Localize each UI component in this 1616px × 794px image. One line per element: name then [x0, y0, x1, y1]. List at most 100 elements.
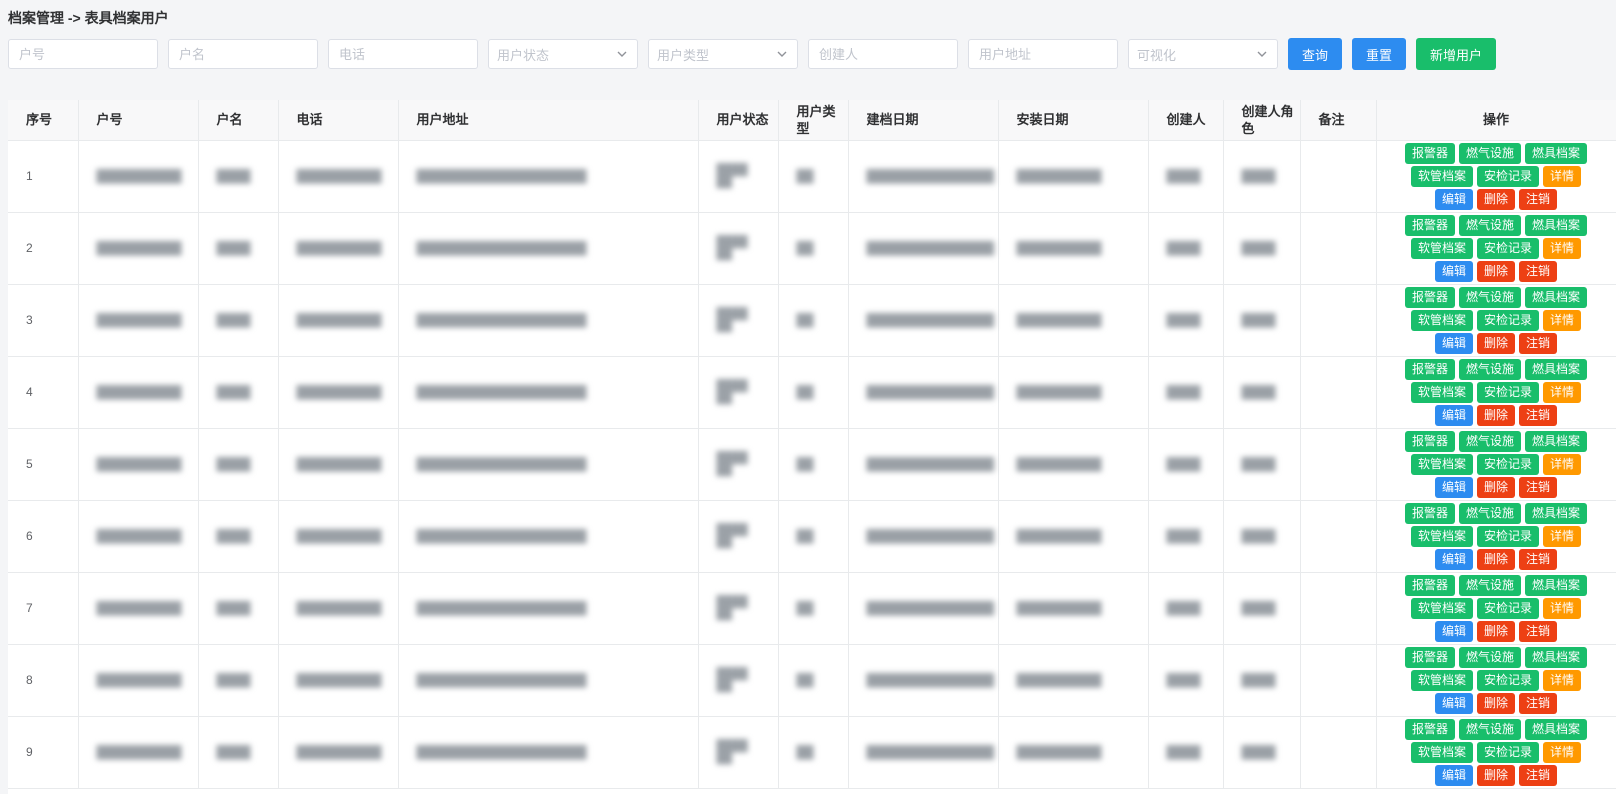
alarm-button[interactable]: 报警器 — [1404, 574, 1455, 596]
delete-button[interactable]: 删除 — [1476, 188, 1515, 210]
edit-button[interactable]: 编辑 — [1434, 332, 1473, 354]
visualization-select[interactable]: 可视化 — [1128, 39, 1278, 69]
appliance-file-button[interactable]: 燃具档案 — [1525, 286, 1588, 308]
query-button[interactable]: 查询 — [1288, 38, 1343, 70]
appliance-file-button[interactable]: 燃具档案 — [1525, 574, 1588, 596]
appliance-file-button[interactable]: 燃具档案 — [1525, 430, 1588, 452]
delete-button[interactable]: 删除 — [1476, 620, 1515, 642]
cancel-button[interactable]: 注销 — [1519, 476, 1558, 498]
appliance-file-button[interactable]: 燃具档案 — [1525, 502, 1588, 524]
delete-button[interactable]: 删除 — [1476, 404, 1515, 426]
account-name-field[interactable] — [168, 39, 318, 69]
account-name-input[interactable] — [177, 39, 309, 69]
details-button[interactable]: 详情 — [1543, 669, 1582, 691]
gas-facility-button[interactable]: 燃气设施 — [1458, 286, 1521, 308]
inspection-record-button[interactable]: 安检记录 — [1476, 381, 1539, 403]
hose-file-button[interactable]: 软管档案 — [1410, 381, 1473, 403]
hose-file-button[interactable]: 软管档案 — [1410, 669, 1473, 691]
inspection-record-button[interactable]: 安检记录 — [1476, 165, 1539, 187]
inspection-record-button[interactable]: 安检记录 — [1476, 309, 1539, 331]
inspection-record-button[interactable]: 安检记录 — [1476, 669, 1539, 691]
appliance-file-button[interactable]: 燃具档案 — [1525, 718, 1588, 740]
redacted-text: ███████████████ — [866, 673, 995, 687]
user-type-select[interactable]: 用户类型 — [648, 39, 798, 69]
details-button[interactable]: 详情 — [1543, 597, 1582, 619]
inspection-record-button[interactable]: 安检记录 — [1476, 237, 1539, 259]
details-button[interactable]: 详情 — [1543, 309, 1582, 331]
alarm-button[interactable]: 报警器 — [1404, 502, 1455, 524]
redacted-text: ███████████████ — [866, 601, 995, 615]
edit-button[interactable]: 编辑 — [1434, 476, 1473, 498]
delete-button[interactable]: 删除 — [1476, 692, 1515, 714]
gas-facility-button[interactable]: 燃气设施 — [1458, 502, 1521, 524]
inspection-record-button[interactable]: 安检记录 — [1476, 597, 1539, 619]
hose-file-button[interactable]: 软管档案 — [1410, 597, 1473, 619]
alarm-button[interactable]: 报警器 — [1404, 358, 1455, 380]
gas-facility-button[interactable]: 燃气设施 — [1458, 142, 1521, 164]
appliance-file-button[interactable]: 燃具档案 — [1525, 214, 1588, 236]
hose-file-button[interactable]: 软管档案 — [1410, 165, 1473, 187]
alarm-button[interactable]: 报警器 — [1404, 214, 1455, 236]
creator-input[interactable] — [817, 39, 949, 69]
delete-button[interactable]: 删除 — [1476, 548, 1515, 570]
delete-button[interactable]: 删除 — [1476, 332, 1515, 354]
details-button[interactable]: 详情 — [1543, 165, 1582, 187]
cancel-button[interactable]: 注销 — [1519, 332, 1558, 354]
gas-facility-button[interactable]: 燃气设施 — [1458, 574, 1521, 596]
cancel-button[interactable]: 注销 — [1519, 260, 1558, 282]
cancel-button[interactable]: 注销 — [1519, 404, 1558, 426]
gas-facility-button[interactable]: 燃气设施 — [1458, 214, 1521, 236]
cancel-button[interactable]: 注销 — [1519, 548, 1558, 570]
details-button[interactable]: 详情 — [1543, 453, 1582, 475]
gas-facility-button[interactable]: 燃气设施 — [1458, 718, 1521, 740]
hose-file-button[interactable]: 软管档案 — [1410, 741, 1473, 763]
address-input[interactable] — [977, 39, 1109, 69]
edit-button[interactable]: 编辑 — [1434, 188, 1473, 210]
details-button[interactable]: 详情 — [1543, 381, 1582, 403]
hose-file-button[interactable]: 软管档案 — [1410, 237, 1473, 259]
gas-facility-button[interactable]: 燃气设施 — [1458, 646, 1521, 668]
edit-button[interactable]: 编辑 — [1434, 764, 1473, 786]
cancel-button[interactable]: 注销 — [1519, 692, 1558, 714]
alarm-button[interactable]: 报警器 — [1404, 646, 1455, 668]
phone-input[interactable] — [337, 39, 469, 69]
reset-button[interactable]: 重置 — [1352, 38, 1407, 70]
inspection-record-button[interactable]: 安检记录 — [1476, 453, 1539, 475]
edit-button[interactable]: 编辑 — [1434, 620, 1473, 642]
redacted-text: ██████████ — [1016, 313, 1102, 327]
inspection-record-button[interactable]: 安检记录 — [1476, 525, 1539, 547]
edit-button[interactable]: 编辑 — [1434, 260, 1473, 282]
alarm-button[interactable]: 报警器 — [1404, 718, 1455, 740]
creator-field[interactable] — [808, 39, 958, 69]
address-field[interactable] — [968, 39, 1118, 69]
edit-button[interactable]: 编辑 — [1434, 404, 1473, 426]
details-button[interactable]: 详情 — [1543, 237, 1582, 259]
gas-facility-button[interactable]: 燃气设施 — [1458, 358, 1521, 380]
hose-file-button[interactable]: 软管档案 — [1410, 453, 1473, 475]
delete-button[interactable]: 删除 — [1476, 764, 1515, 786]
hose-file-button[interactable]: 软管档案 — [1410, 309, 1473, 331]
cancel-button[interactable]: 注销 — [1519, 764, 1558, 786]
edit-button[interactable]: 编辑 — [1434, 692, 1473, 714]
delete-button[interactable]: 删除 — [1476, 260, 1515, 282]
details-button[interactable]: 详情 — [1543, 525, 1582, 547]
edit-button[interactable]: 编辑 — [1434, 548, 1473, 570]
alarm-button[interactable]: 报警器 — [1404, 286, 1455, 308]
account-no-input[interactable] — [17, 39, 149, 69]
alarm-button[interactable]: 报警器 — [1404, 142, 1455, 164]
user-status-select[interactable]: 用户状态 — [488, 39, 638, 69]
account-no-field[interactable] — [8, 39, 158, 69]
delete-button[interactable]: 删除 — [1476, 476, 1515, 498]
hose-file-button[interactable]: 软管档案 — [1410, 525, 1473, 547]
alarm-button[interactable]: 报警器 — [1404, 430, 1455, 452]
phone-field[interactable] — [328, 39, 478, 69]
appliance-file-button[interactable]: 燃具档案 — [1525, 646, 1588, 668]
cancel-button[interactable]: 注销 — [1519, 620, 1558, 642]
appliance-file-button[interactable]: 燃具档案 — [1525, 358, 1588, 380]
gas-facility-button[interactable]: 燃气设施 — [1458, 430, 1521, 452]
appliance-file-button[interactable]: 燃具档案 — [1525, 142, 1588, 164]
cancel-button[interactable]: 注销 — [1519, 188, 1558, 210]
add-user-button[interactable]: 新增用户 — [1416, 38, 1497, 70]
details-button[interactable]: 详情 — [1543, 741, 1582, 763]
inspection-record-button[interactable]: 安检记录 — [1476, 741, 1539, 763]
